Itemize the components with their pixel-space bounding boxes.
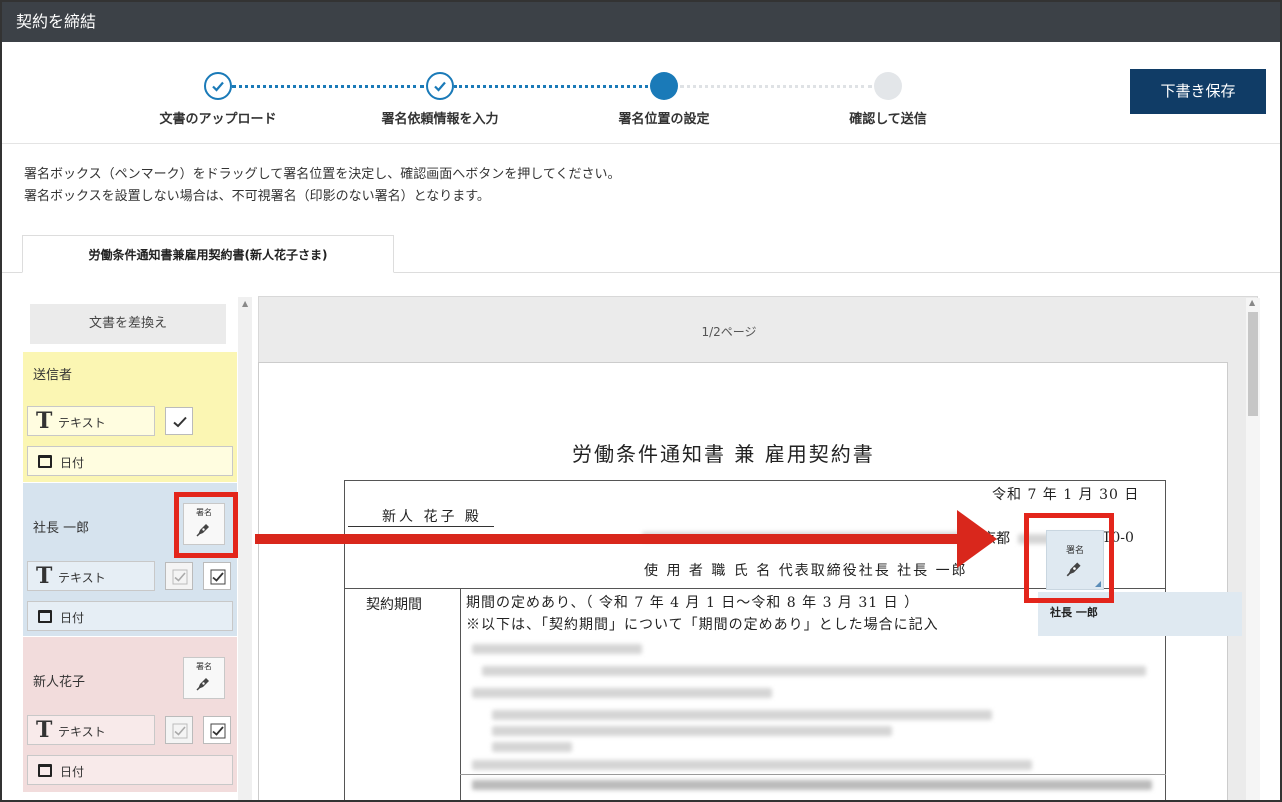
- text-tool-label: テキスト: [58, 416, 106, 430]
- calendar-icon: [38, 455, 52, 468]
- optional-checkbox[interactable]: [165, 562, 193, 590]
- tab-document[interactable]: 労働条件通知書兼雇用契約書(新人花子さま): [22, 235, 394, 273]
- blurred-text: [472, 760, 1032, 770]
- table-rule: [460, 774, 1166, 775]
- step-3-current-indicator: [650, 72, 678, 100]
- required-checkbox[interactable]: [203, 562, 231, 590]
- contract-period-text: 期間の定めあり、（ 令和 7 年 4 月 1 日～令和 8 年 3 月 31 日…: [466, 595, 920, 611]
- pen-icon: [196, 678, 209, 691]
- document-title: 労働条件通知書 兼 雇用契約書: [572, 442, 875, 466]
- scroll-up-arrow-icon[interactable]: ▲: [242, 299, 248, 308]
- text-field-tool[interactable]: T テキスト: [27, 406, 155, 436]
- annotation-highlight-box: [174, 492, 238, 558]
- viewer-scrollbar[interactable]: ▲: [1246, 298, 1260, 800]
- instruction-line: 署名ボックスを設置しない場合は、不可視署名（印影のない署名）となります。: [24, 189, 490, 204]
- blurred-text: [482, 666, 1146, 676]
- text-t-icon: T: [36, 563, 53, 589]
- required-checkbox[interactable]: [203, 716, 231, 744]
- date-tool-label: 日付: [60, 611, 85, 625]
- blurred-text: [472, 644, 642, 654]
- text-field-tool[interactable]: T テキスト: [27, 715, 155, 745]
- annotation-arrow-head-icon: [957, 510, 997, 568]
- date-tool-label: 日付: [60, 456, 85, 470]
- blurred-text: [472, 688, 772, 698]
- instruction-line: 署名ボックス（ペンマーク）をドラッグして署名位置を決定し、確認画面へボタンを押し…: [24, 167, 621, 182]
- calendar-icon: [38, 764, 52, 777]
- blurred-text: [492, 742, 572, 752]
- annotation-arrow: [255, 534, 969, 544]
- step-label-upload: 文書のアップロード: [159, 112, 277, 127]
- party-name: 送信者: [33, 368, 73, 383]
- date-field-tool[interactable]: 日付: [27, 601, 233, 631]
- blurred-text: [492, 726, 892, 736]
- signature-tool-label: 署名: [196, 662, 212, 671]
- instructions: 署名ボックス（ペンマーク）をドラッグして署名位置を決定し、確認画面へボタンを押し…: [24, 164, 620, 208]
- contract-period-note: ※以下は、「契約期間」について「期間の定めあり」とした場合に記入: [466, 617, 939, 633]
- progress-stepper: 文書のアップロード 署名依頼情報を入力 署名位置の設定 確認して送信 下書き保存: [2, 42, 1280, 144]
- save-draft-button[interactable]: 下書き保存: [1130, 69, 1266, 114]
- blurred-text: [492, 710, 992, 720]
- window-title: 契約を締結: [2, 2, 1280, 42]
- date-field-tool[interactable]: 日付: [27, 755, 233, 785]
- signature-box-tool[interactable]: 署名: [183, 657, 225, 699]
- contract-period-label: 契約期間: [366, 597, 422, 613]
- step-label-request-info: 署名依頼情報を入力: [381, 112, 499, 127]
- calendar-icon: [38, 610, 52, 623]
- step-1-check-icon: [204, 72, 232, 100]
- text-t-icon: T: [36, 717, 53, 743]
- optional-checkbox[interactable]: [165, 716, 193, 744]
- required-checkbox[interactable]: [165, 407, 193, 435]
- step-label-confirm-send: 確認して送信: [849, 112, 927, 127]
- step-2-check-icon: [426, 72, 454, 100]
- party-name: 社長 一郎: [33, 521, 90, 536]
- party-employee: 新人花子 署名 T テキスト 日付: [23, 637, 237, 792]
- step-connector: [680, 85, 872, 88]
- step-connector: [454, 85, 648, 88]
- blurred-text: [472, 780, 1152, 790]
- scroll-up-arrow-icon[interactable]: ▲: [1249, 298, 1255, 307]
- app-frame: 契約を締結 文書のアップロード 署名依頼情報を入力 署名位置の設定 確認して送信…: [0, 0, 1282, 802]
- table-rule: [460, 588, 461, 800]
- page-indicator: 1/2ページ: [701, 325, 757, 339]
- text-field-tool[interactable]: T テキスト: [27, 561, 155, 591]
- text-tool-label: テキスト: [58, 571, 106, 585]
- replace-document-button[interactable]: 文書を差換え: [30, 304, 226, 344]
- annotation-highlight-box: [1024, 513, 1114, 603]
- document-date: 令和 7 年 1 月 30 日: [992, 487, 1140, 503]
- party-name: 新人花子: [33, 675, 86, 690]
- date-field-tool[interactable]: 日付: [27, 446, 233, 476]
- text-tool-label: テキスト: [58, 725, 106, 739]
- party-sender: 送信者 T テキスト 日付: [23, 352, 237, 482]
- step-4-pending-indicator: [874, 72, 902, 100]
- employer-name-line: 使 用 者 職 氏 名 代表取締役社長 社長 一郎: [644, 563, 968, 579]
- step-label-signature-position: 署名位置の設定: [618, 112, 710, 127]
- step-connector: [232, 85, 424, 88]
- date-tool-label: 日付: [60, 765, 85, 779]
- text-t-icon: T: [36, 408, 53, 434]
- scrollbar-thumb[interactable]: [1248, 312, 1258, 416]
- document-addressee: 新人 花子 殿: [348, 506, 494, 527]
- panel-scrollbar[interactable]: [238, 297, 252, 800]
